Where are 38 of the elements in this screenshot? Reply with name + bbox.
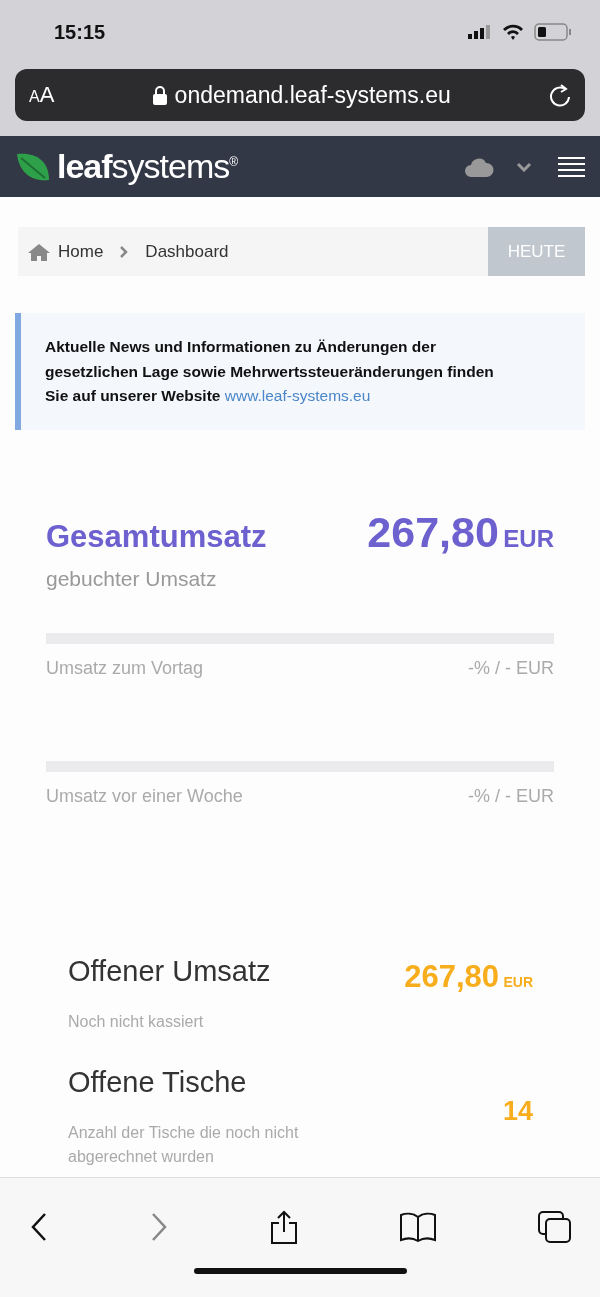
comparison-value: -% / - EUR <box>468 786 554 807</box>
reload-icon[interactable] <box>549 83 571 107</box>
comparison-label: Umsatz zum Vortag <box>46 658 204 679</box>
comparison-label: Umsatz vor einer Woche <box>46 786 243 807</box>
url-text: ondemand.leaf-systems.eu <box>174 81 451 109</box>
lock-icon <box>152 85 167 105</box>
address-bar[interactable]: AA ondemand.leaf-systems.eu <box>15 69 585 121</box>
leaf-icon <box>15 151 51 182</box>
battery-icon <box>534 23 572 41</box>
stat-amount: 14 <box>502 1096 533 1126</box>
tabs-icon[interactable] <box>538 1211 572 1243</box>
stat-title: Offener Umsatz <box>68 955 272 988</box>
back-icon[interactable] <box>30 1212 48 1242</box>
menu-icon[interactable] <box>558 156 585 177</box>
breadcrumb-link[interactable]: Home <box>58 241 104 262</box>
home-icon <box>28 242 50 261</box>
chevron-right-icon <box>119 244 130 259</box>
book-icon[interactable] <box>400 1212 436 1242</box>
status-time: 15:15 <box>54 20 106 44</box>
breadcrumb-current: Dashboard <box>145 241 229 262</box>
total-amount: 267,80 <box>367 508 499 556</box>
forward-icon[interactable] <box>150 1212 168 1242</box>
chevron-down-icon[interactable] <box>516 161 532 172</box>
stat-title: Offene Tische <box>68 1066 248 1099</box>
signal-icon <box>468 25 492 39</box>
currency-label: EUR <box>503 974 533 990</box>
share-icon[interactable] <box>270 1210 298 1244</box>
total-title: Gesamtumsatz <box>46 519 267 555</box>
text-size-button[interactable]: AA <box>29 82 55 108</box>
wifi-icon <box>502 24 524 40</box>
notice-text: Aktuelle News und Informationen zu Änderungen der gesetzlichen Lage sowie Mehrwertssteueränderungen finden Sie auf unserer Website www.leaf-systems.eu <box>45 337 495 406</box>
total-subtitle: gebuchter Umsatz <box>46 567 218 591</box>
stat-description: Noch nicht kassiert <box>68 1012 205 1032</box>
website-link[interactable]: www.leaf-systems.eu <box>224 387 371 404</box>
comparison-value: -% / - EUR <box>468 658 554 679</box>
stat-amount: 267,80 <box>404 959 499 994</box>
stat-description: Anzahl der Tische die noch nicht abgerechnet wurden <box>68 1123 300 1167</box>
currency-label: EUR <box>503 525 554 552</box>
